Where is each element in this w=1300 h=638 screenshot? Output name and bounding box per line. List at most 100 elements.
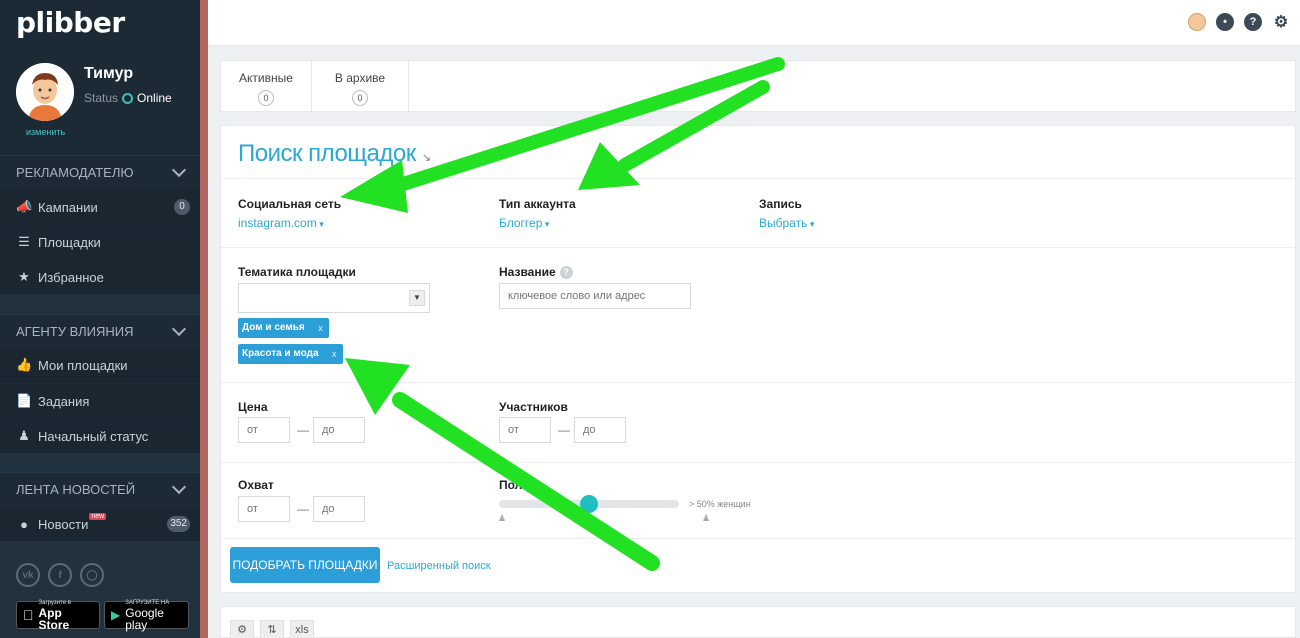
dropdown-arrow-icon[interactable]: ▼ bbox=[409, 290, 425, 306]
price-to-input[interactable] bbox=[313, 417, 365, 443]
price-label: Цена bbox=[238, 400, 268, 414]
app-store-button[interactable]:  Загрузите в App Store bbox=[16, 600, 100, 631]
sidebar-item-label: Начальный статус bbox=[38, 428, 149, 444]
app-store-big-text: App Store bbox=[28, 607, 86, 631]
sidebar-item-initial-status[interactable]: ♟ Начальный статус bbox=[0, 419, 200, 453]
change-avatar-link[interactable]: изменить bbox=[26, 127, 65, 137]
divider bbox=[221, 462, 1297, 463]
facebook-icon[interactable]: f bbox=[48, 563, 72, 587]
top-icons: • ? ⚙ bbox=[1188, 13, 1290, 31]
sidebar-item-news[interactable]: ● Новости new 352 bbox=[0, 507, 200, 541]
user-avatar-icon[interactable] bbox=[1188, 13, 1206, 31]
section-news-feed[interactable]: ЛЕНТА НОВОСТЕЙ bbox=[0, 472, 200, 506]
user-status: Status Online bbox=[84, 91, 172, 105]
sidebar-item-label: Избранное bbox=[38, 269, 104, 285]
reach-from-input[interactable] bbox=[238, 496, 290, 522]
new-badge: new bbox=[89, 512, 107, 520]
sidebar-item-my-platforms[interactable]: 👍 Мои площадки bbox=[0, 348, 200, 382]
close-icon[interactable]: x bbox=[318, 318, 323, 338]
chat-icon[interactable]: • bbox=[1216, 13, 1234, 31]
name-label-text: Название bbox=[499, 265, 556, 279]
divider bbox=[221, 178, 1297, 179]
results-toolbar: ⚙ ⇅ xls bbox=[220, 606, 1296, 638]
tab-archive[interactable]: В архиве 0 bbox=[312, 61, 409, 113]
topic-tag[interactable]: Красота и мода x bbox=[238, 344, 343, 364]
logo[interactable]: plibber bbox=[16, 6, 125, 39]
topic-tag-label: Красота и мода bbox=[242, 348, 319, 359]
section-influencer[interactable]: АГЕНТУ ВЛИЯНИЯ bbox=[0, 314, 200, 348]
topic-label: Тематика площадки bbox=[238, 265, 356, 279]
section-title: ЛЕНТА НОВОСТЕЙ bbox=[16, 482, 136, 497]
chevron-down-icon bbox=[171, 321, 187, 337]
sidebar-item-label: Мои площадки bbox=[38, 357, 128, 373]
sidebar: plibber изменить Тимур Status Online РЕК… bbox=[0, 0, 200, 638]
top-bar: • ? ⚙ bbox=[208, 0, 1300, 46]
account-type-label: Тип аккаунта bbox=[499, 197, 576, 211]
account-type-dropdown[interactable]: Блоггер bbox=[499, 216, 549, 230]
export-xls-button[interactable]: xls bbox=[290, 620, 314, 638]
name-label: Название? bbox=[499, 265, 573, 280]
user-icon: ♟ bbox=[18, 428, 30, 443]
reach-label: Охват bbox=[238, 478, 274, 492]
advanced-search-link[interactable]: Расширенный поиск bbox=[387, 560, 491, 572]
divider bbox=[221, 538, 1297, 539]
google-play-button[interactable]: ▶ ЗАГРУЗИТЕ НА Google play bbox=[104, 600, 189, 632]
campaigns-count-badge: 0 bbox=[174, 199, 190, 215]
tab-count: 0 bbox=[258, 90, 274, 106]
settings-gear-icon[interactable]: ⚙ bbox=[230, 620, 254, 638]
sort-icon[interactable]: ⇅ bbox=[260, 620, 284, 638]
gender-note: > 50% женщин bbox=[689, 499, 751, 509]
divider bbox=[221, 247, 1297, 248]
find-platforms-button[interactable]: ПОДОБРАТЬ ПЛОЩАДКИ bbox=[230, 547, 380, 583]
close-icon[interactable]: x bbox=[332, 344, 337, 364]
google-play-big-text: Google play bbox=[125, 605, 164, 632]
help-icon[interactable]: ? bbox=[1244, 13, 1262, 31]
topic-select[interactable]: ▼ bbox=[238, 283, 430, 313]
status-online-icon bbox=[122, 92, 134, 104]
sidebar-edge bbox=[200, 0, 208, 638]
sidebar-divider bbox=[0, 453, 200, 472]
gear-icon[interactable]: ⚙ bbox=[1272, 13, 1290, 31]
status-value: Online bbox=[137, 91, 172, 105]
sidebar-item-favorites[interactable]: ★ Избранное bbox=[0, 260, 200, 294]
slider-handle[interactable] bbox=[580, 495, 598, 513]
apple-icon:  bbox=[23, 607, 34, 623]
gender-slider[interactable] bbox=[499, 495, 679, 513]
reach-to-input[interactable] bbox=[313, 496, 365, 522]
help-icon[interactable]: ? bbox=[559, 266, 573, 280]
participants-from-input[interactable] bbox=[499, 417, 551, 443]
vk-icon[interactable]: vk bbox=[16, 563, 40, 587]
chevron-down-icon bbox=[171, 479, 187, 495]
male-icon: ♟ bbox=[498, 513, 507, 523]
tab-active[interactable]: Активные 0 bbox=[221, 61, 312, 113]
participants-to-input[interactable] bbox=[574, 417, 626, 443]
social-network-label: Социальная сеть bbox=[238, 197, 342, 211]
instagram-icon[interactable]: ◯ bbox=[80, 563, 104, 587]
collapse-arrow-icon[interactable]: ↘ bbox=[422, 152, 431, 164]
section-title: АГЕНТУ ВЛИЯНИЯ bbox=[16, 324, 134, 339]
social-network-dropdown[interactable]: instagram.com bbox=[238, 216, 324, 230]
list-icon: ☰ bbox=[18, 234, 30, 249]
social-links: vk f ◯ bbox=[16, 563, 104, 587]
feed-icon: ● bbox=[20, 516, 28, 532]
thumbs-up-icon: 👍 bbox=[16, 357, 33, 372]
status-label: Status bbox=[84, 91, 119, 105]
google-play-icon: ▶ bbox=[111, 608, 121, 622]
sidebar-item-tasks[interactable]: 📄 Задания bbox=[0, 384, 200, 418]
document-icon: 📄 bbox=[16, 393, 33, 408]
range-dash: — bbox=[558, 423, 570, 437]
name-search-input[interactable] bbox=[499, 283, 691, 309]
divider bbox=[221, 382, 1297, 383]
sidebar-divider bbox=[0, 294, 200, 314]
female-icon: ♟ bbox=[702, 513, 711, 523]
section-title: РЕКЛАМОДАТЕЛЮ bbox=[16, 165, 134, 180]
record-dropdown[interactable]: Выбрать bbox=[759, 216, 814, 230]
price-from-input[interactable] bbox=[238, 417, 290, 443]
sidebar-item-platforms[interactable]: ☰ Площадки bbox=[0, 225, 200, 259]
avatar[interactable] bbox=[16, 63, 74, 121]
range-dash: — bbox=[297, 502, 309, 516]
topic-tag[interactable]: Дом и семья x bbox=[238, 318, 329, 338]
tab-label: Активные bbox=[239, 71, 293, 85]
sidebar-item-campaigns[interactable]: 📣 Кампании 0 bbox=[0, 190, 200, 224]
section-advertiser[interactable]: РЕКЛАМОДАТЕЛЮ bbox=[0, 155, 200, 189]
